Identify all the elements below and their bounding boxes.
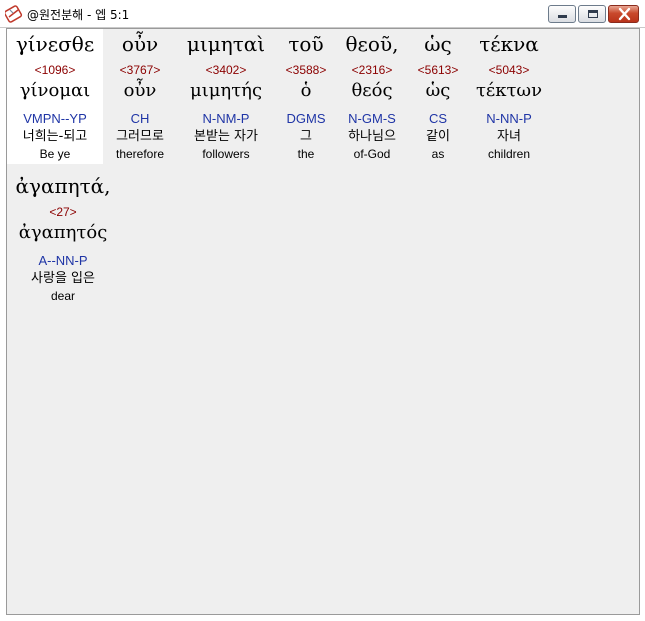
strong-number: <27>: [49, 205, 77, 219]
greek-word: γίνεσθε: [15, 32, 95, 56]
maximize-button[interactable]: [578, 5, 606, 23]
english-gloss: Be ye: [39, 147, 71, 161]
app-window: @원전분해 - 엡 5:1 γίνεσθε <1096> γίνομαι VMP…: [0, 0, 645, 621]
window-title: @원전분해 - 엡 5:1: [27, 8, 130, 22]
morphology-code: N-NN-P: [486, 111, 532, 126]
close-icon: [618, 7, 631, 21]
morphology-code: CH: [130, 111, 150, 126]
korean-gloss: 자녀: [497, 129, 521, 144]
english-gloss: dear: [50, 289, 76, 303]
word-cell-8[interactable]: ἀγαπητά, <27> ἀγαπητός A--NN-P 사랑을 입은 de…: [15, 171, 111, 306]
strong-number: <1096>: [34, 63, 76, 77]
english-gloss: therefore: [115, 147, 165, 161]
english-gloss: children: [487, 147, 531, 161]
morphology-code: VMPN--YP: [23, 111, 87, 126]
lemma: οὖν: [123, 80, 157, 101]
greek-word: τέκνα: [479, 32, 539, 56]
word-cell-2[interactable]: οὖν <3767> οὖν CH 그러므로 therefore: [92, 29, 188, 164]
korean-gloss: 너희는-되고: [22, 129, 88, 144]
word-cell-7[interactable]: τέκνα <5043> τέκτων N-NN-P 자녀 children: [461, 29, 557, 164]
morphology-code: A--NN-P: [38, 253, 88, 268]
greek-word: οὖν: [121, 32, 159, 56]
title-bar[interactable]: @원전분해 - 엡 5:1: [0, 0, 645, 28]
lemma: ἀγαπητός: [18, 222, 108, 243]
korean-gloss: 그러므로: [116, 129, 164, 144]
maximize-icon: [588, 10, 598, 18]
interlinear-panel: γίνεσθε <1096> γίνομαι VMPN--YP 너희는-되고 B…: [6, 28, 640, 615]
strong-number: <3767>: [119, 63, 161, 77]
lemma: γίνομαι: [19, 80, 91, 101]
app-icon: [3, 5, 23, 23]
strong-number: <5043>: [488, 63, 530, 77]
close-button[interactable]: [608, 5, 639, 23]
word-cell-1[interactable]: γίνεσθε <1096> γίνομαι VMPN--YP 너희는-되고 B…: [7, 29, 103, 164]
minimize-button[interactable]: [548, 5, 576, 23]
greek-word: ἀγαπητά,: [15, 174, 111, 198]
korean-gloss: 사랑을 입은: [31, 271, 95, 286]
lemma: τέκτων: [475, 80, 543, 101]
minimize-icon: [558, 15, 567, 18]
